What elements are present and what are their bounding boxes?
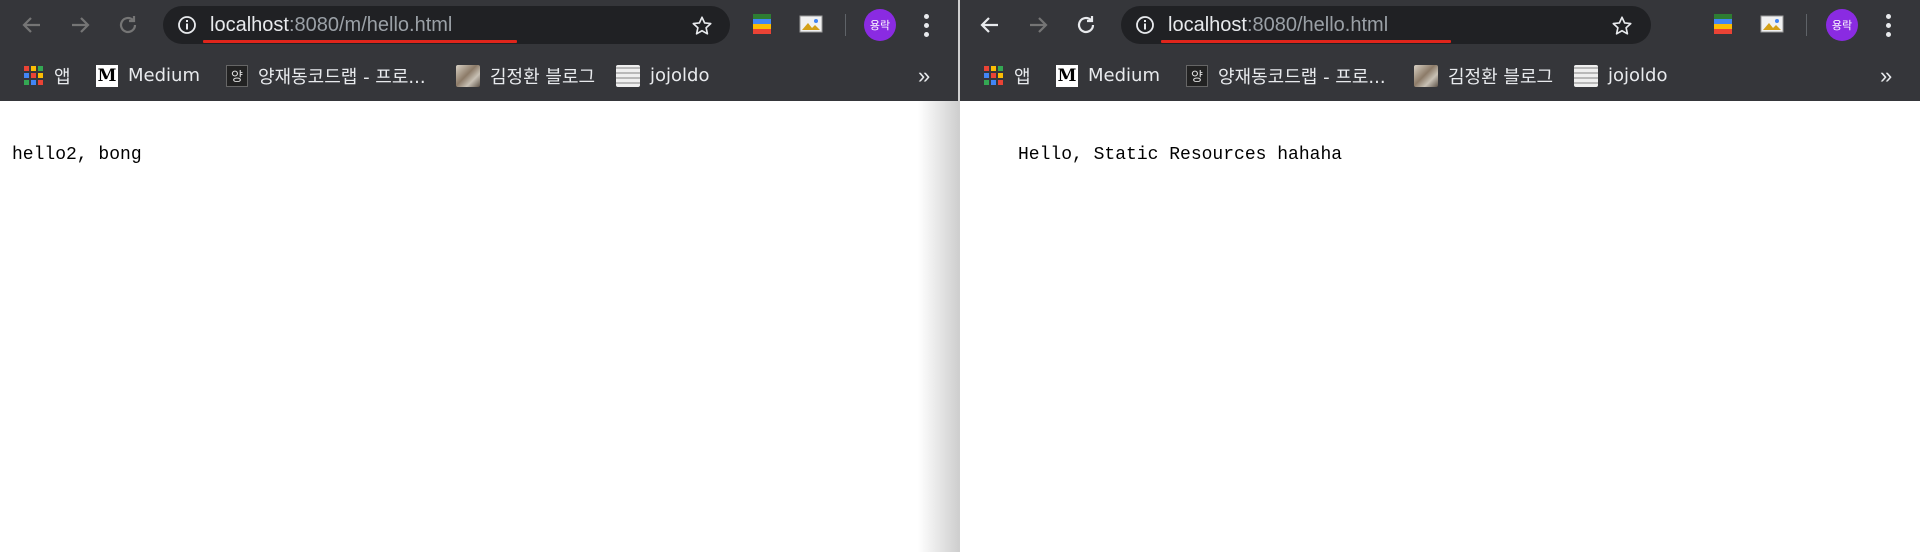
bookmark-medium[interactable]: M Medium [96,50,200,101]
info-icon[interactable] [177,15,197,35]
bookmarks-bar: 앱 M Medium 양 양재동코드랩 - 프로... 김정환 블로그 jojo… [0,50,958,101]
browser-toolbar: localhost:8080/hello.html 용락 [960,0,1920,50]
bookmark-yangjae[interactable]: 양 양재동코드랩 - 프로... [226,50,426,101]
apps-grid-icon [982,65,1004,87]
bookmark-jojoldo[interactable]: jojoldo [616,50,709,101]
info-icon[interactable] [1135,15,1155,35]
medium-logo-icon: M [96,64,118,87]
image-extension-icon[interactable] [799,13,823,35]
forward-arrow-icon [72,17,90,33]
bookmark-label: 김정환 블로그 [1448,66,1554,88]
screen: localhost:8080/m/hello.html 용락 앱 M Mediu… [0,0,1920,552]
bookmark-label: 김정환 블로그 [490,66,596,88]
yangjae-favicon-icon: 양 [1186,64,1208,87]
address-bar[interactable]: localhost:8080/hello.html [1121,6,1651,44]
bookmark-label: Medium [128,65,200,86]
bookmark-medium[interactable]: M Medium [1056,50,1160,101]
address-bar[interactable]: localhost:8080/m/hello.html [163,6,730,44]
url-path: :8080/m/hello.html [288,14,453,36]
browser-window-left: localhost:8080/m/hello.html 용락 앱 M Mediu… [0,0,958,552]
bookmark-apps[interactable]: 앱 [982,50,1031,101]
window-edge-shadow [918,101,958,552]
bookmarks-overflow-chevron[interactable]: » [918,50,930,101]
page-content: hello2, bong [0,101,958,552]
browser-window-right: localhost:8080/hello.html 용락 앱 M Medium … [960,0,1920,552]
menu-kebab-icon[interactable] [916,10,936,40]
url-highlight-underline [203,40,517,43]
back-button[interactable] [16,9,48,41]
bookmark-label: jojoldo [650,65,710,86]
reload-button[interactable] [112,9,144,41]
medium-logo-icon: M [1056,64,1078,87]
url-host: localhost [1168,14,1247,36]
bookmark-label: 앱 [54,66,71,88]
page-body-text: Hello, Static Resources hahaha [1018,145,1343,165]
extension-stack-icon[interactable] [1712,13,1734,35]
bookmark-yangjae[interactable]: 양 양재동코드랩 - 프로... [1186,50,1386,101]
reload-icon [1077,16,1095,34]
url-host: localhost [210,14,289,36]
bookmark-apps[interactable]: 앱 [22,50,71,101]
url-path: :8080/hello.html [1246,14,1389,36]
menu-kebab-icon[interactable] [1878,10,1898,40]
reload-icon [119,16,137,34]
url-highlight-underline [1161,40,1451,43]
toolbar-separator [1806,14,1807,36]
jojoldo-photo-icon [1574,64,1598,87]
bookmark-star-icon[interactable] [1611,15,1633,37]
forward-button[interactable] [1022,9,1054,41]
bookmark-label: 앱 [1014,66,1031,88]
url-text[interactable]: localhost:8080/hello.html [1168,6,1388,44]
profile-avatar[interactable]: 용락 [1826,9,1858,41]
bookmarks-bar: 앱 M Medium 양 양재동코드랩 - 프로... 김정환 블로그 jojo… [960,50,1920,101]
bookmark-label: 양재동코드랩 - 프로... [1218,66,1386,88]
forward-arrow-icon [1030,17,1048,33]
reload-button[interactable] [1070,9,1102,41]
page-content: Hello, Static Resources hahaha [960,101,1920,552]
bookmark-label: Medium [1088,65,1160,86]
bookmark-label: jojoldo [1608,65,1668,86]
bookmark-label: 양재동코드랩 - 프로... [258,66,426,88]
jojoldo-photo-icon [616,64,640,87]
yangjae-favicon-icon: 양 [226,64,248,87]
browser-toolbar: localhost:8080/m/hello.html 용락 [0,0,958,50]
bookmark-blog[interactable]: 김정환 블로그 [456,50,595,101]
image-extension-icon[interactable] [1760,13,1784,35]
url-text[interactable]: localhost:8080/m/hello.html [210,6,452,44]
blog-photo-icon [1414,64,1438,87]
back-button[interactable] [974,9,1006,41]
bookmark-star-icon[interactable] [691,15,713,37]
bookmarks-overflow-chevron[interactable]: » [1880,50,1892,101]
bookmark-blog[interactable]: 김정환 블로그 [1414,50,1553,101]
forward-button[interactable] [64,9,96,41]
profile-avatar[interactable]: 용락 [864,9,896,41]
back-arrow-icon [980,17,998,33]
bookmark-jojoldo[interactable]: jojoldo [1574,50,1667,101]
back-arrow-icon [22,17,40,33]
toolbar-separator [845,14,846,36]
page-body-text: hello2, bong [12,145,142,165]
apps-grid-icon [22,65,44,87]
extension-stack-icon[interactable] [751,13,773,35]
blog-photo-icon [456,64,480,87]
